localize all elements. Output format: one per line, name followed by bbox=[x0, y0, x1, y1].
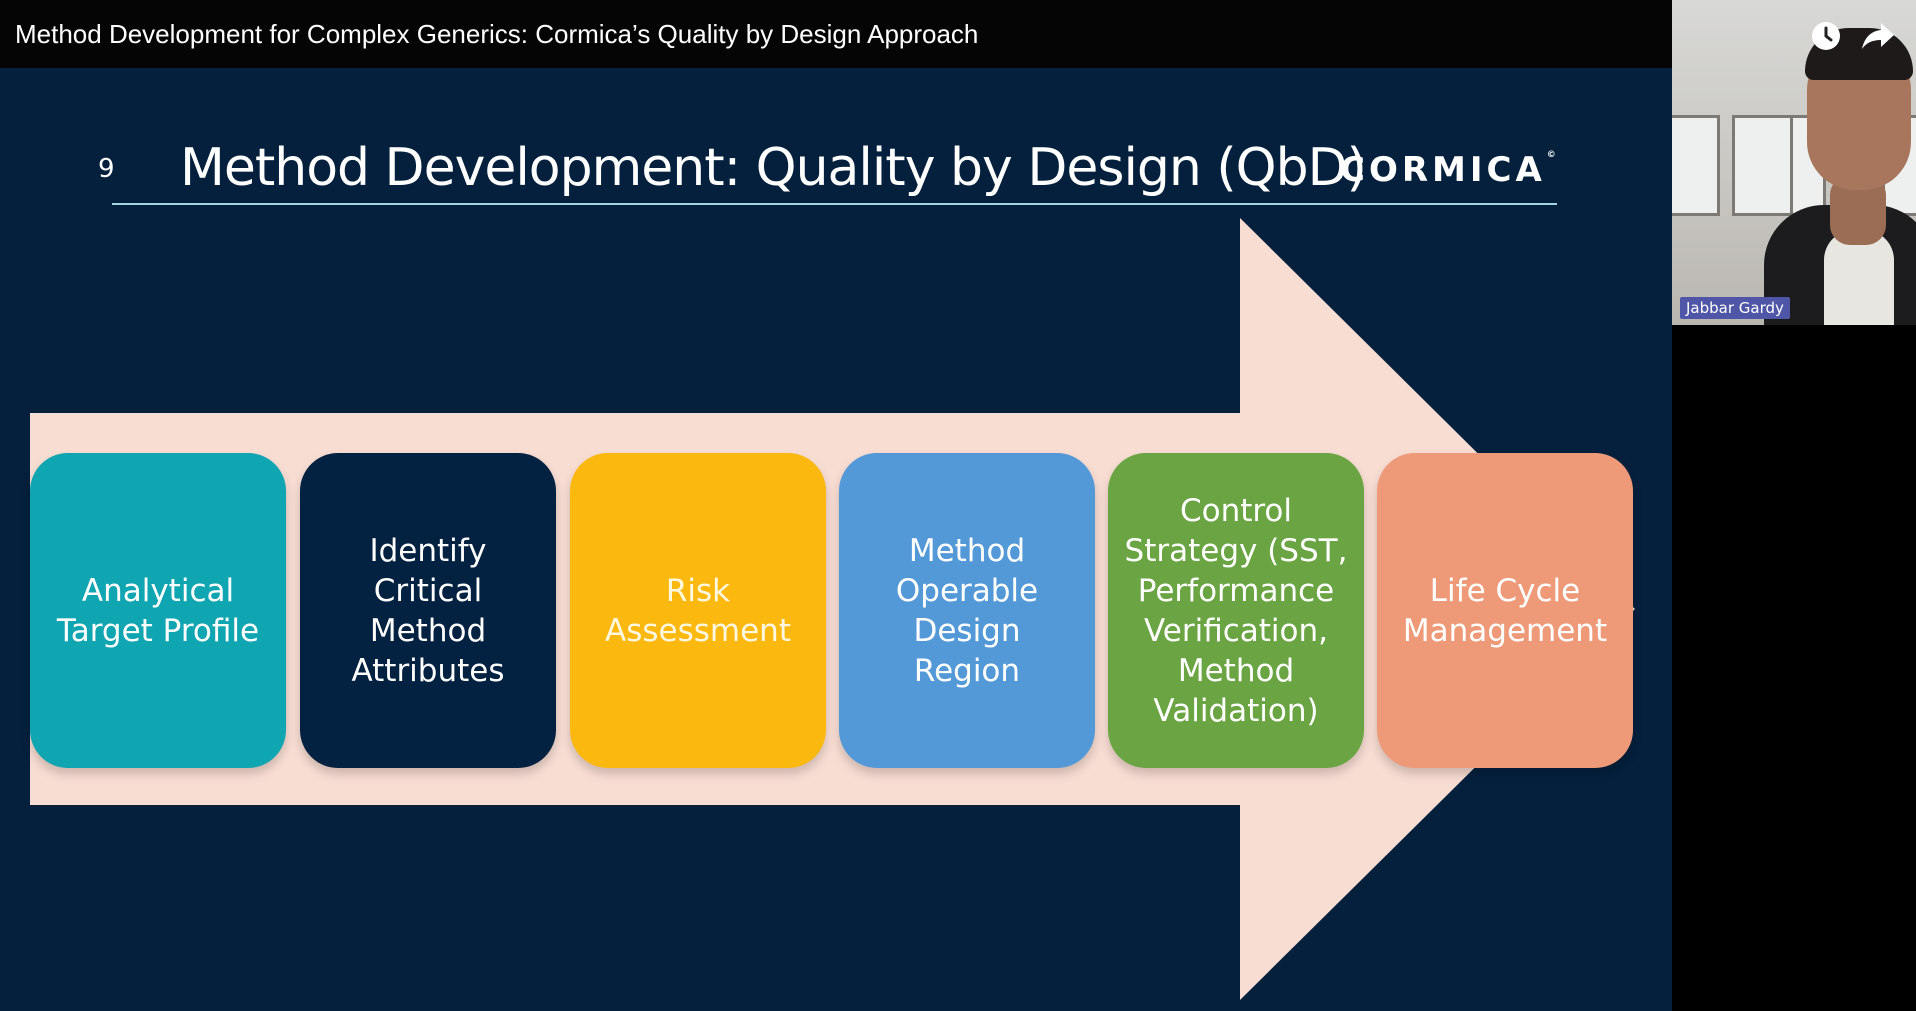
share-button[interactable] bbox=[1860, 18, 1896, 54]
logo-text: CORMICA bbox=[1340, 150, 1546, 190]
video-title-bar: Method Development for Complex Generics:… bbox=[0, 0, 1672, 68]
step-label: Identify Critical Method Attributes bbox=[351, 532, 505, 689]
slide-title: Method Development: Quality by Design (Q… bbox=[180, 138, 1367, 198]
step-identify-critical-method-attributes: Identify Critical Method Attributes bbox=[300, 453, 556, 768]
step-control-strategy: Control Strategy (SST, Performance Verif… bbox=[1108, 453, 1364, 768]
background-window bbox=[1672, 115, 1720, 216]
watch-later-icon bbox=[1812, 22, 1840, 50]
step-risk-assessment: Risk Assessment bbox=[570, 453, 826, 768]
presentation-slide: 9 Method Development: Quality by Design … bbox=[0, 68, 1672, 1011]
share-icon bbox=[1862, 23, 1894, 49]
slide-number: 9 bbox=[98, 154, 115, 184]
step-label: Risk Assessment bbox=[605, 572, 791, 649]
step-label: Control Strategy (SST, Performance Verif… bbox=[1124, 492, 1348, 729]
participant-name-tag: Jabbar Gardy bbox=[1680, 297, 1790, 319]
step-life-cycle-management: Life Cycle Management bbox=[1377, 453, 1633, 768]
logo-mark: © bbox=[1546, 150, 1556, 160]
step-label: Life Cycle Management bbox=[1402, 572, 1608, 649]
video-title[interactable]: Method Development for Complex Generics:… bbox=[15, 18, 978, 50]
webcam-feed: Jabbar Gardy bbox=[1672, 0, 1916, 325]
cormica-logo: CORMICA© bbox=[1340, 150, 1556, 190]
background-window bbox=[1732, 115, 1796, 216]
title-underline bbox=[112, 203, 1557, 205]
step-label: Method Operable Design Region bbox=[895, 532, 1039, 689]
step-method-operable-design-region: Method Operable Design Region bbox=[839, 453, 1095, 768]
step-label: Analytical Target Profile bbox=[56, 572, 260, 649]
watch-later-button[interactable] bbox=[1808, 18, 1844, 54]
step-analytical-target-profile: Analytical Target Profile bbox=[30, 453, 286, 768]
